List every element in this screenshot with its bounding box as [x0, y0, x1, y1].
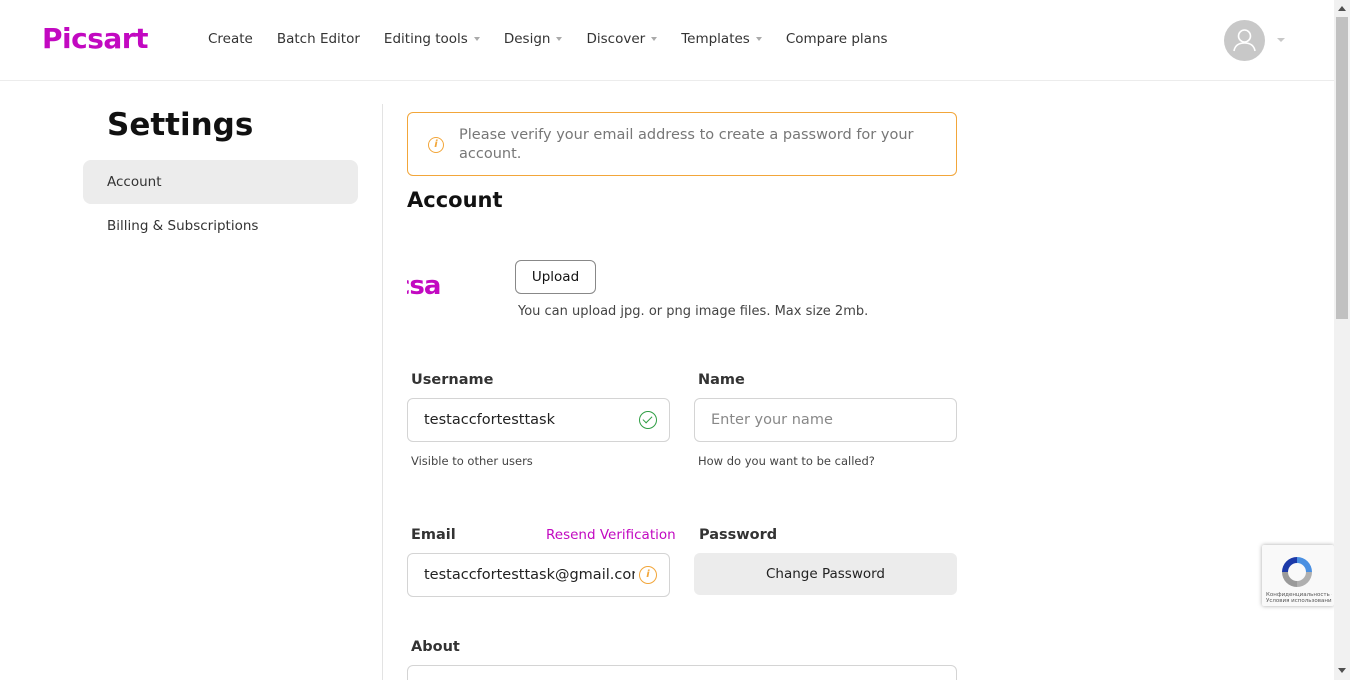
email-label: Email: [411, 527, 456, 543]
nav-item-label: Discover: [586, 31, 646, 47]
profile-picture: csa: [407, 255, 475, 319]
upload-button[interactable]: Upload: [515, 260, 596, 294]
about-textarea[interactable]: [407, 665, 957, 680]
recaptcha-icon: [1282, 557, 1312, 587]
nav-item-create[interactable]: Create: [208, 31, 253, 47]
username-hint: Visible to other users: [411, 454, 533, 468]
nav-item-label: Batch Editor: [276, 31, 360, 47]
name-label: Name: [698, 372, 745, 388]
sidebar-item-billing[interactable]: Billing & Subscriptions: [83, 204, 358, 248]
scroll-up-arrow-icon[interactable]: [1338, 6, 1346, 11]
nav-item-label: Templates: [681, 31, 750, 47]
chevron-down-icon: [473, 37, 480, 41]
user-avatar-button[interactable]: [1224, 20, 1265, 61]
profile-picture-text: csa: [407, 271, 441, 301]
check-circle-icon: [639, 411, 657, 429]
account-menu-chevron-icon[interactable]: [1277, 38, 1285, 42]
name-input[interactable]: [694, 398, 957, 442]
info-icon: i: [639, 566, 657, 584]
chevron-down-icon: [651, 37, 658, 41]
nav-item-templates[interactable]: Templates: [681, 31, 762, 47]
nav-item-design[interactable]: Design: [504, 31, 563, 47]
nav-item-label: Editing tools: [383, 31, 468, 47]
password-label: Password: [699, 527, 778, 543]
nav-item-compare-plans[interactable]: Compare plans: [786, 31, 888, 47]
name-hint: How do you want to be called?: [698, 454, 875, 468]
username-label: Username: [411, 372, 494, 388]
picsart-logo[interactable]: Picsart: [42, 22, 148, 55]
sidebar-item-account[interactable]: Account: [83, 160, 358, 204]
nav-item-batch-editor[interactable]: Batch Editor: [277, 31, 360, 47]
settings-title: Settings: [107, 107, 254, 143]
change-password-button[interactable]: Change Password: [694, 553, 957, 595]
scrollbar-thumb[interactable]: [1336, 17, 1348, 319]
recaptcha-terms-text: Условия использования: [1266, 598, 1332, 604]
chevron-down-icon: [755, 37, 762, 41]
resend-verification-link[interactable]: Resend Verification: [546, 527, 676, 543]
nav-item-editing-tools[interactable]: Editing tools: [384, 31, 480, 47]
nav-item-label: Design: [503, 31, 551, 47]
email-input[interactable]: [407, 553, 670, 597]
upload-hint: You can upload jpg. or png image files. …: [518, 304, 869, 319]
info-icon: i: [428, 137, 444, 153]
main-nav: Create Batch Editor Editing tools Design…: [208, 31, 912, 47]
top-header: Picsart Create Batch Editor Editing tool…: [0, 0, 1334, 81]
user-icon: [1233, 29, 1256, 52]
chevron-down-icon: [556, 37, 563, 41]
account-section-title: Account: [407, 188, 503, 212]
nav-item-label: Create: [208, 31, 253, 47]
username-input[interactable]: [407, 398, 670, 442]
about-label: About: [411, 639, 460, 655]
alert-text: Please verify your email address to crea…: [459, 127, 914, 162]
recaptcha-badge[interactable]: Конфиденциальность - Условия использован…: [1262, 545, 1334, 606]
scroll-down-arrow-icon[interactable]: [1338, 668, 1346, 673]
sidebar-divider: [382, 104, 383, 680]
recaptcha-text: Конфиденциальность - Условия использован…: [1266, 592, 1332, 604]
verify-email-alert: i Please verify your email address to cr…: [407, 112, 957, 176]
nav-item-discover[interactable]: Discover: [586, 31, 658, 47]
nav-item-label: Compare plans: [785, 31, 888, 47]
